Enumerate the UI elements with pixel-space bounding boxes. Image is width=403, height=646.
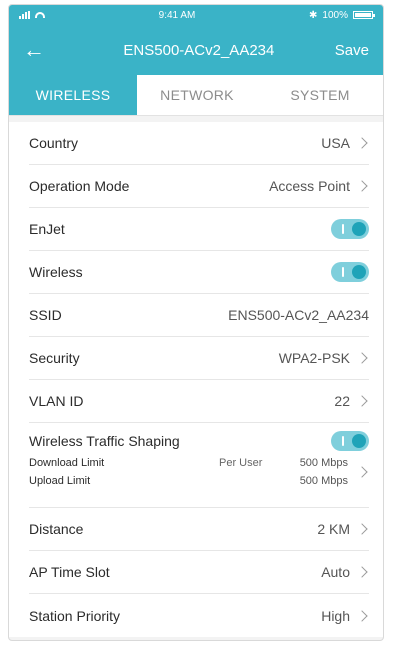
chevron-right-icon [356,352,368,364]
station-priority-label: Station Priority [29,607,121,624]
security-row[interactable]: Security WPA2-PSK [29,337,369,380]
bluetooth-icon: ✱ [309,9,318,21]
status-left [19,11,45,19]
chevron-right-icon [356,609,368,622]
country-label: Country [29,135,79,151]
wireless-row: Wireless [29,251,369,294]
traffic-shaping-label: Wireless Traffic Shaping [29,433,180,449]
enjet-row: EnJet [29,208,369,251]
ap-time-slot-row[interactable]: AP Time Slot Auto [29,551,369,594]
phone-screen: 9:41 AM ✱ 100% ← ENS500-ACv2_AA234 Save … [8,4,384,641]
traffic-shaping-toggle[interactable] [331,431,369,451]
traffic-limits[interactable]: Download Limit Upload Limit Per User 500… [29,457,369,487]
status-bar: 9:41 AM ✱ 100% [9,5,383,25]
upload-limit-label: Upload Limit [29,475,91,487]
station-priority-row[interactable]: Station Priority High [29,594,369,637]
tab-wireless[interactable]: WIRELESS [9,75,137,115]
limit-mode: Per User [219,457,263,469]
chevron-right-icon [356,523,368,535]
wireless-toggle[interactable] [331,262,369,282]
ssid-label: SSID [29,307,62,323]
signal-icon [19,11,30,19]
page-title: ENS500-ACv2_AA234 [123,41,275,59]
status-right: ✱ 100% [309,9,375,21]
ap-time-slot-value: Auto [321,564,350,580]
save-button[interactable]: Save [335,42,369,59]
tab-system[interactable]: SYSTEM [257,75,383,115]
chevron-right-icon [356,466,368,478]
ssid-row[interactable]: SSID ENS500-ACv2_AA234 [29,294,369,337]
traffic-shaping-row: Wireless Traffic Shaping Download Limit … [29,423,369,508]
tab-bar: WIRELESS NETWORK SYSTEM [9,75,383,116]
tab-network[interactable]: NETWORK [137,75,257,115]
battery-percent: 100% [322,9,348,21]
security-label: Security [29,350,80,366]
chevron-right-icon [356,137,368,149]
security-value: WPA2-PSK [278,350,350,366]
chevron-right-icon [356,180,368,192]
status-time: 9:41 AM [158,9,196,21]
chevron-right-icon [356,395,368,407]
settings-list: Country USA Operation Mode Access Point … [9,122,383,637]
wireless-label: Wireless [29,264,83,280]
country-row[interactable]: Country USA [29,122,369,165]
distance-label: Distance [29,521,84,537]
distance-row[interactable]: Distance 2 KM [29,508,369,551]
station-priority-value: High [321,607,350,624]
operation-mode-value: Access Point [269,178,350,194]
vlan-id-label: VLAN ID [29,393,84,409]
vlan-id-row[interactable]: VLAN ID 22 [29,380,369,423]
vlan-id-value: 22 [334,393,350,409]
back-arrow-icon[interactable]: ← [23,37,53,63]
country-value: USA [321,135,350,151]
operation-mode-label: Operation Mode [29,178,130,194]
download-limit-label: Download Limit [29,457,105,469]
distance-value: 2 KM [317,521,350,537]
enjet-label: EnJet [29,221,65,237]
chevron-right-icon [356,566,368,578]
ap-time-slot-label: AP Time Slot [29,564,110,580]
download-limit-value: 500 Mbps [299,457,348,469]
upload-limit-value: 500 Mbps [299,475,348,487]
enjet-toggle[interactable] [331,219,369,239]
ssid-value: ENS500-ACv2_AA234 [228,307,369,323]
wifi-icon [35,12,45,18]
nav-bar: ← ENS500-ACv2_AA234 Save [9,25,383,75]
operation-mode-row[interactable]: Operation Mode Access Point [29,165,369,208]
battery-icon [352,11,375,19]
